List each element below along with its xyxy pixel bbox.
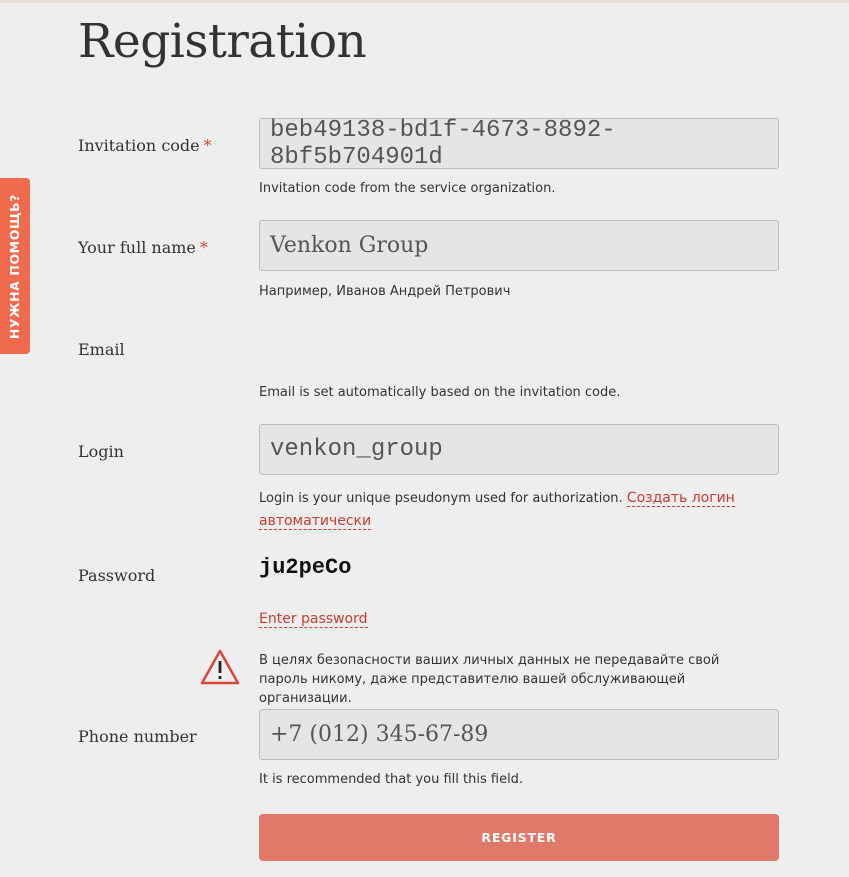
login-hint: Login is your unique pseudonym used for … xyxy=(259,487,779,533)
required-mark: * xyxy=(203,136,212,155)
enter-password-link[interactable]: Enter password xyxy=(259,611,368,628)
invitation-code-hint: Invitation code from the service organiz… xyxy=(259,181,556,196)
auto-login-link[interactable]: Создать логин xyxy=(626,490,735,507)
login-field[interactable]: venkon_group xyxy=(259,424,779,475)
help-tab[interactable]: НУЖНА ПОМОЩЬ? xyxy=(0,178,30,354)
auto-login-link-cont[interactable]: автоматически xyxy=(259,513,372,530)
auto-login-link-line1: Создать логин xyxy=(626,490,735,506)
full-name-field[interactable]: Venkon Group xyxy=(259,220,779,271)
password-warning: В целях безопасности ваших личных данных… xyxy=(259,653,720,706)
login-hint-text: Login is your unique pseudonym used for … xyxy=(259,491,623,506)
password-label: Password xyxy=(78,566,156,585)
phone-field[interactable]: +7 (012) 345-67-89 xyxy=(259,709,779,760)
help-tab-label: НУЖНА ПОМОЩЬ? xyxy=(7,193,23,339)
password-value: ju2peCo xyxy=(259,555,352,580)
phone-label: Phone number xyxy=(78,727,197,746)
auto-login-link-line2: автоматически xyxy=(259,513,372,529)
page-title: Registration xyxy=(78,14,367,69)
invitation-code-label-text: Invitation code xyxy=(78,136,200,155)
email-label: Email xyxy=(78,340,125,359)
enter-password-link-wrap: Enter password xyxy=(259,610,368,628)
register-button[interactable]: REGISTER xyxy=(259,814,779,861)
full-name-label: Your full name * xyxy=(78,238,208,257)
invitation-code-field[interactable]: beb49138-bd1f-4673-8892-8bf5b704901d xyxy=(259,117,779,171)
required-mark: * xyxy=(199,238,208,257)
email-hint: Email is set automatically based on the … xyxy=(259,385,621,400)
invitation-code-label: Invitation code * xyxy=(78,136,212,155)
full-name-label-text: Your full name xyxy=(78,238,196,257)
warning-triangle-icon xyxy=(200,649,240,685)
full-name-hint: Например, Иванов Андрей Петрович xyxy=(259,284,511,299)
top-border xyxy=(0,0,849,3)
login-label: Login xyxy=(78,442,124,461)
phone-hint: It is recommended that you fill this fie… xyxy=(259,772,524,787)
